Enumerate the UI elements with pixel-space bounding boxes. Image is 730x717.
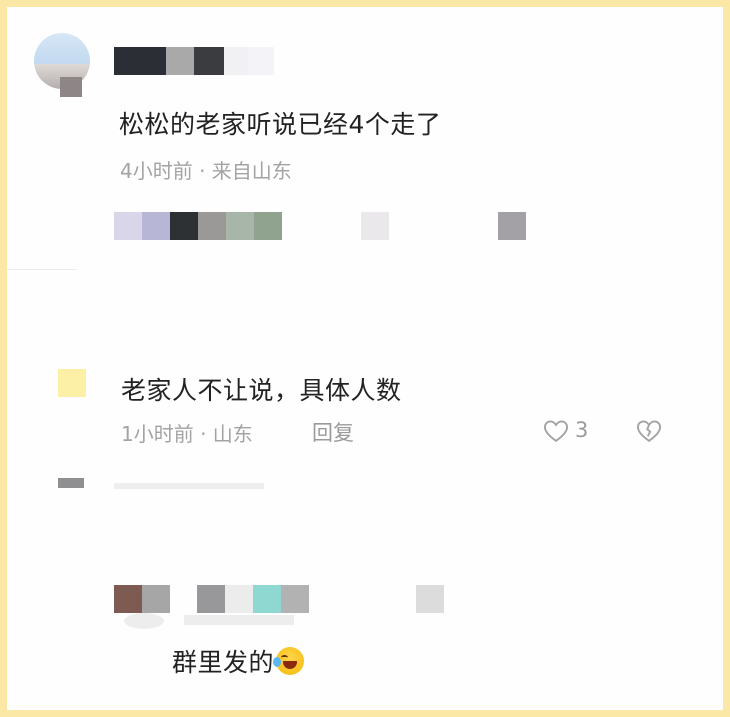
comment-thread-panel: 松松的老家听说已经4个走了 4小时前 · 来自山东 老家人不让说，具体人数 1小… — [7, 7, 723, 710]
nested-reply-text: 群里发的 — [172, 643, 305, 679]
reply-meta: 1小时前 · 山东 — [121, 422, 253, 446]
censored-reply-author[interactable] — [114, 585, 444, 633]
reply-text: 老家人不让说，具体人数 — [121, 376, 402, 405]
reply-button[interactable]: 回复 — [312, 417, 354, 447]
nested-reply-label: 群里发的 — [172, 648, 275, 677]
laughing-tears-emoji-icon — [273, 647, 305, 675]
comment-meta: 4小时前 · 来自山东 — [120, 159, 292, 183]
broken-heart-icon[interactable] — [634, 417, 664, 445]
divider — [7, 269, 77, 270]
like-count: 3 — [575, 418, 589, 442]
avatar-censor — [60, 77, 82, 97]
censored-item — [58, 478, 84, 488]
heart-outline-icon[interactable] — [541, 417, 571, 445]
censored-reply-summary[interactable] — [114, 212, 534, 242]
censored-text-fragment — [114, 483, 264, 489]
reply-avatar[interactable] — [58, 369, 86, 397]
comment-text: 松松的老家听说已经4个走了 — [119, 110, 442, 139]
censored-username[interactable] — [114, 47, 274, 81]
